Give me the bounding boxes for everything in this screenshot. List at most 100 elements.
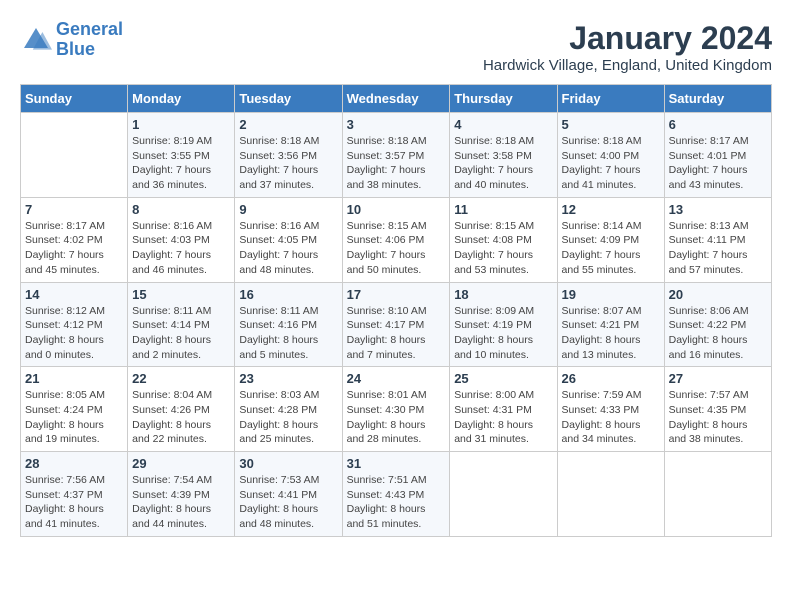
calendar-cell: 24 Sunrise: 8:01 AM Sunset: 4:30 PM Dayli… — [342, 367, 450, 452]
title-block: January 2024 Hardwick Village, England, … — [483, 20, 772, 74]
calendar-week-row: 7 Sunrise: 8:17 AM Sunset: 4:02 PM Daylig… — [21, 197, 772, 282]
calendar-cell: 20Sunrise: 8:06 AM Sunset: 4:22 PM Dayli… — [664, 282, 771, 367]
day-number: 29 — [132, 456, 230, 471]
calendar-cell: 10Sunrise: 8:15 AM Sunset: 4:06 PM Dayli… — [342, 197, 450, 282]
day-info: Sunrise: 8:00 AM Sunset: 4:31 PM Dayligh… — [454, 388, 552, 447]
logo-line1: General — [56, 19, 123, 39]
day-number: 19 — [562, 287, 660, 302]
day-info: Sunrise: 7:53 AM Sunset: 4:41 PM Dayligh… — [239, 473, 337, 532]
day-info: Sunrise: 8:04 AM Sunset: 4:26 PM Dayligh… — [132, 388, 230, 447]
day-number: 18 — [454, 287, 552, 302]
calendar-cell: 31 Sunrise: 7:51 AM Sunset: 4:43 PM Dayli… — [342, 452, 450, 537]
logo-icon — [20, 24, 52, 56]
day-number: 26 — [562, 371, 660, 386]
day-info: Sunrise: 8:10 AM Sunset: 4:17 PM Dayligh… — [347, 304, 446, 363]
calendar-cell: 9 Sunrise: 8:16 AM Sunset: 4:05 PM Daylig… — [235, 197, 342, 282]
calendar-cell: 30Sunrise: 7:53 AM Sunset: 4:41 PM Dayli… — [235, 452, 342, 537]
day-of-week-header: Monday — [128, 85, 235, 113]
day-info: Sunrise: 8:17 AM Sunset: 4:02 PM Dayligh… — [25, 219, 123, 278]
calendar-cell: 8Sunrise: 8:16 AM Sunset: 4:03 PM Daylig… — [128, 197, 235, 282]
calendar-cell: 18Sunrise: 8:09 AM Sunset: 4:19 PM Dayli… — [450, 282, 557, 367]
logo-text: General Blue — [56, 20, 123, 60]
calendar-cell — [557, 452, 664, 537]
day-of-week-header: Friday — [557, 85, 664, 113]
day-number: 28 — [25, 456, 123, 471]
calendar-week-row: 1Sunrise: 8:19 AM Sunset: 3:55 PM Daylig… — [21, 113, 772, 198]
day-of-week-header: Sunday — [21, 85, 128, 113]
calendar-cell: 22Sunrise: 8:04 AM Sunset: 4:26 PM Dayli… — [128, 367, 235, 452]
day-info: Sunrise: 8:11 AM Sunset: 4:14 PM Dayligh… — [132, 304, 230, 363]
calendar-cell: 27 Sunrise: 7:57 AM Sunset: 4:35 PM Dayli… — [664, 367, 771, 452]
day-info: Sunrise: 8:03 AM Sunset: 4:28 PM Dayligh… — [239, 388, 337, 447]
day-info: Sunrise: 7:51 AM Sunset: 4:43 PM Dayligh… — [347, 473, 446, 532]
day-number: 12 — [562, 202, 660, 217]
calendar-week-row: 28 Sunrise: 7:56 AM Sunset: 4:37 PM Dayli… — [21, 452, 772, 537]
day-info: Sunrise: 8:13 AM Sunset: 4:11 PM Dayligh… — [669, 219, 767, 278]
day-info: Sunrise: 8:16 AM Sunset: 4:05 PM Dayligh… — [239, 219, 337, 278]
calendar-cell: 25 Sunrise: 8:00 AM Sunset: 4:31 PM Dayli… — [450, 367, 557, 452]
day-info: Sunrise: 8:11 AM Sunset: 4:16 PM Dayligh… — [239, 304, 337, 363]
day-number: 21 — [25, 371, 123, 386]
day-number: 15 — [132, 287, 230, 302]
calendar-cell: 11Sunrise: 8:15 AM Sunset: 4:08 PM Dayli… — [450, 197, 557, 282]
day-number: 3 — [347, 117, 446, 132]
day-info: Sunrise: 7:57 AM Sunset: 4:35 PM Dayligh… — [669, 388, 767, 447]
day-info: Sunrise: 8:01 AM Sunset: 4:30 PM Dayligh… — [347, 388, 446, 447]
calendar-cell: 15 Sunrise: 8:11 AM Sunset: 4:14 PM Dayli… — [128, 282, 235, 367]
day-number: 1 — [132, 117, 230, 132]
day-info: Sunrise: 8:14 AM Sunset: 4:09 PM Dayligh… — [562, 219, 660, 278]
day-number: 16 — [239, 287, 337, 302]
calendar-cell: 28 Sunrise: 7:56 AM Sunset: 4:37 PM Dayli… — [21, 452, 128, 537]
day-number: 9 — [239, 202, 337, 217]
day-of-week-header: Thursday — [450, 85, 557, 113]
calendar-week-row: 21 Sunrise: 8:05 AM Sunset: 4:24 PM Dayli… — [21, 367, 772, 452]
day-of-week-header: Tuesday — [235, 85, 342, 113]
calendar-cell: 17 Sunrise: 8:10 AM Sunset: 4:17 PM Dayli… — [342, 282, 450, 367]
calendar-cell: 13Sunrise: 8:13 AM Sunset: 4:11 PM Dayli… — [664, 197, 771, 282]
day-info: Sunrise: 8:12 AM Sunset: 4:12 PM Dayligh… — [25, 304, 123, 363]
day-info: Sunrise: 8:17 AM Sunset: 4:01 PM Dayligh… — [669, 134, 767, 193]
calendar-cell: 6Sunrise: 8:17 AM Sunset: 4:01 PM Daylig… — [664, 113, 771, 198]
day-number: 11 — [454, 202, 552, 217]
day-number: 25 — [454, 371, 552, 386]
day-info: Sunrise: 7:56 AM Sunset: 4:37 PM Dayligh… — [25, 473, 123, 532]
day-number: 4 — [454, 117, 552, 132]
day-info: Sunrise: 8:18 AM Sunset: 3:57 PM Dayligh… — [347, 134, 446, 193]
page-header: General Blue January 2024 Hardwick Villa… — [20, 20, 772, 74]
calendar-cell: 26Sunrise: 7:59 AM Sunset: 4:33 PM Dayli… — [557, 367, 664, 452]
day-of-week-header: Saturday — [664, 85, 771, 113]
day-info: Sunrise: 8:18 AM Sunset: 3:56 PM Dayligh… — [239, 134, 337, 193]
calendar-cell: 12 Sunrise: 8:14 AM Sunset: 4:09 PM Dayli… — [557, 197, 664, 282]
calendar-week-row: 14Sunrise: 8:12 AM Sunset: 4:12 PM Dayli… — [21, 282, 772, 367]
day-number: 31 — [347, 456, 446, 471]
calendar-cell — [664, 452, 771, 537]
day-info: Sunrise: 8:05 AM Sunset: 4:24 PM Dayligh… — [25, 388, 123, 447]
calendar-cell: 19 Sunrise: 8:07 AM Sunset: 4:21 PM Dayli… — [557, 282, 664, 367]
day-number: 5 — [562, 117, 660, 132]
month-year: January 2024 — [483, 20, 772, 57]
calendar-cell: 5 Sunrise: 8:18 AM Sunset: 4:00 PM Daylig… — [557, 113, 664, 198]
day-info: Sunrise: 8:06 AM Sunset: 4:22 PM Dayligh… — [669, 304, 767, 363]
day-info: Sunrise: 8:18 AM Sunset: 4:00 PM Dayligh… — [562, 134, 660, 193]
location: Hardwick Village, England, United Kingdo… — [483, 57, 772, 74]
logo: General Blue — [20, 20, 123, 60]
day-number: 23 — [239, 371, 337, 386]
day-number: 27 — [669, 371, 767, 386]
day-info: Sunrise: 8:07 AM Sunset: 4:21 PM Dayligh… — [562, 304, 660, 363]
calendar-cell: 3 Sunrise: 8:18 AM Sunset: 3:57 PM Daylig… — [342, 113, 450, 198]
calendar-table: SundayMondayTuesdayWednesdayThursdayFrid… — [20, 84, 772, 537]
calendar-cell: 7 Sunrise: 8:17 AM Sunset: 4:02 PM Daylig… — [21, 197, 128, 282]
calendar-cell: 2 Sunrise: 8:18 AM Sunset: 3:56 PM Daylig… — [235, 113, 342, 198]
calendar-body: 1Sunrise: 8:19 AM Sunset: 3:55 PM Daylig… — [21, 113, 772, 537]
calendar-cell — [450, 452, 557, 537]
day-number: 8 — [132, 202, 230, 217]
day-number: 2 — [239, 117, 337, 132]
calendar-cell — [21, 113, 128, 198]
calendar-cell: 14Sunrise: 8:12 AM Sunset: 4:12 PM Dayli… — [21, 282, 128, 367]
day-number: 24 — [347, 371, 446, 386]
calendar-cell: 1Sunrise: 8:19 AM Sunset: 3:55 PM Daylig… — [128, 113, 235, 198]
day-info: Sunrise: 8:15 AM Sunset: 4:06 PM Dayligh… — [347, 219, 446, 278]
calendar-cell: 29Sunrise: 7:54 AM Sunset: 4:39 PM Dayli… — [128, 452, 235, 537]
day-number: 17 — [347, 287, 446, 302]
day-number: 7 — [25, 202, 123, 217]
